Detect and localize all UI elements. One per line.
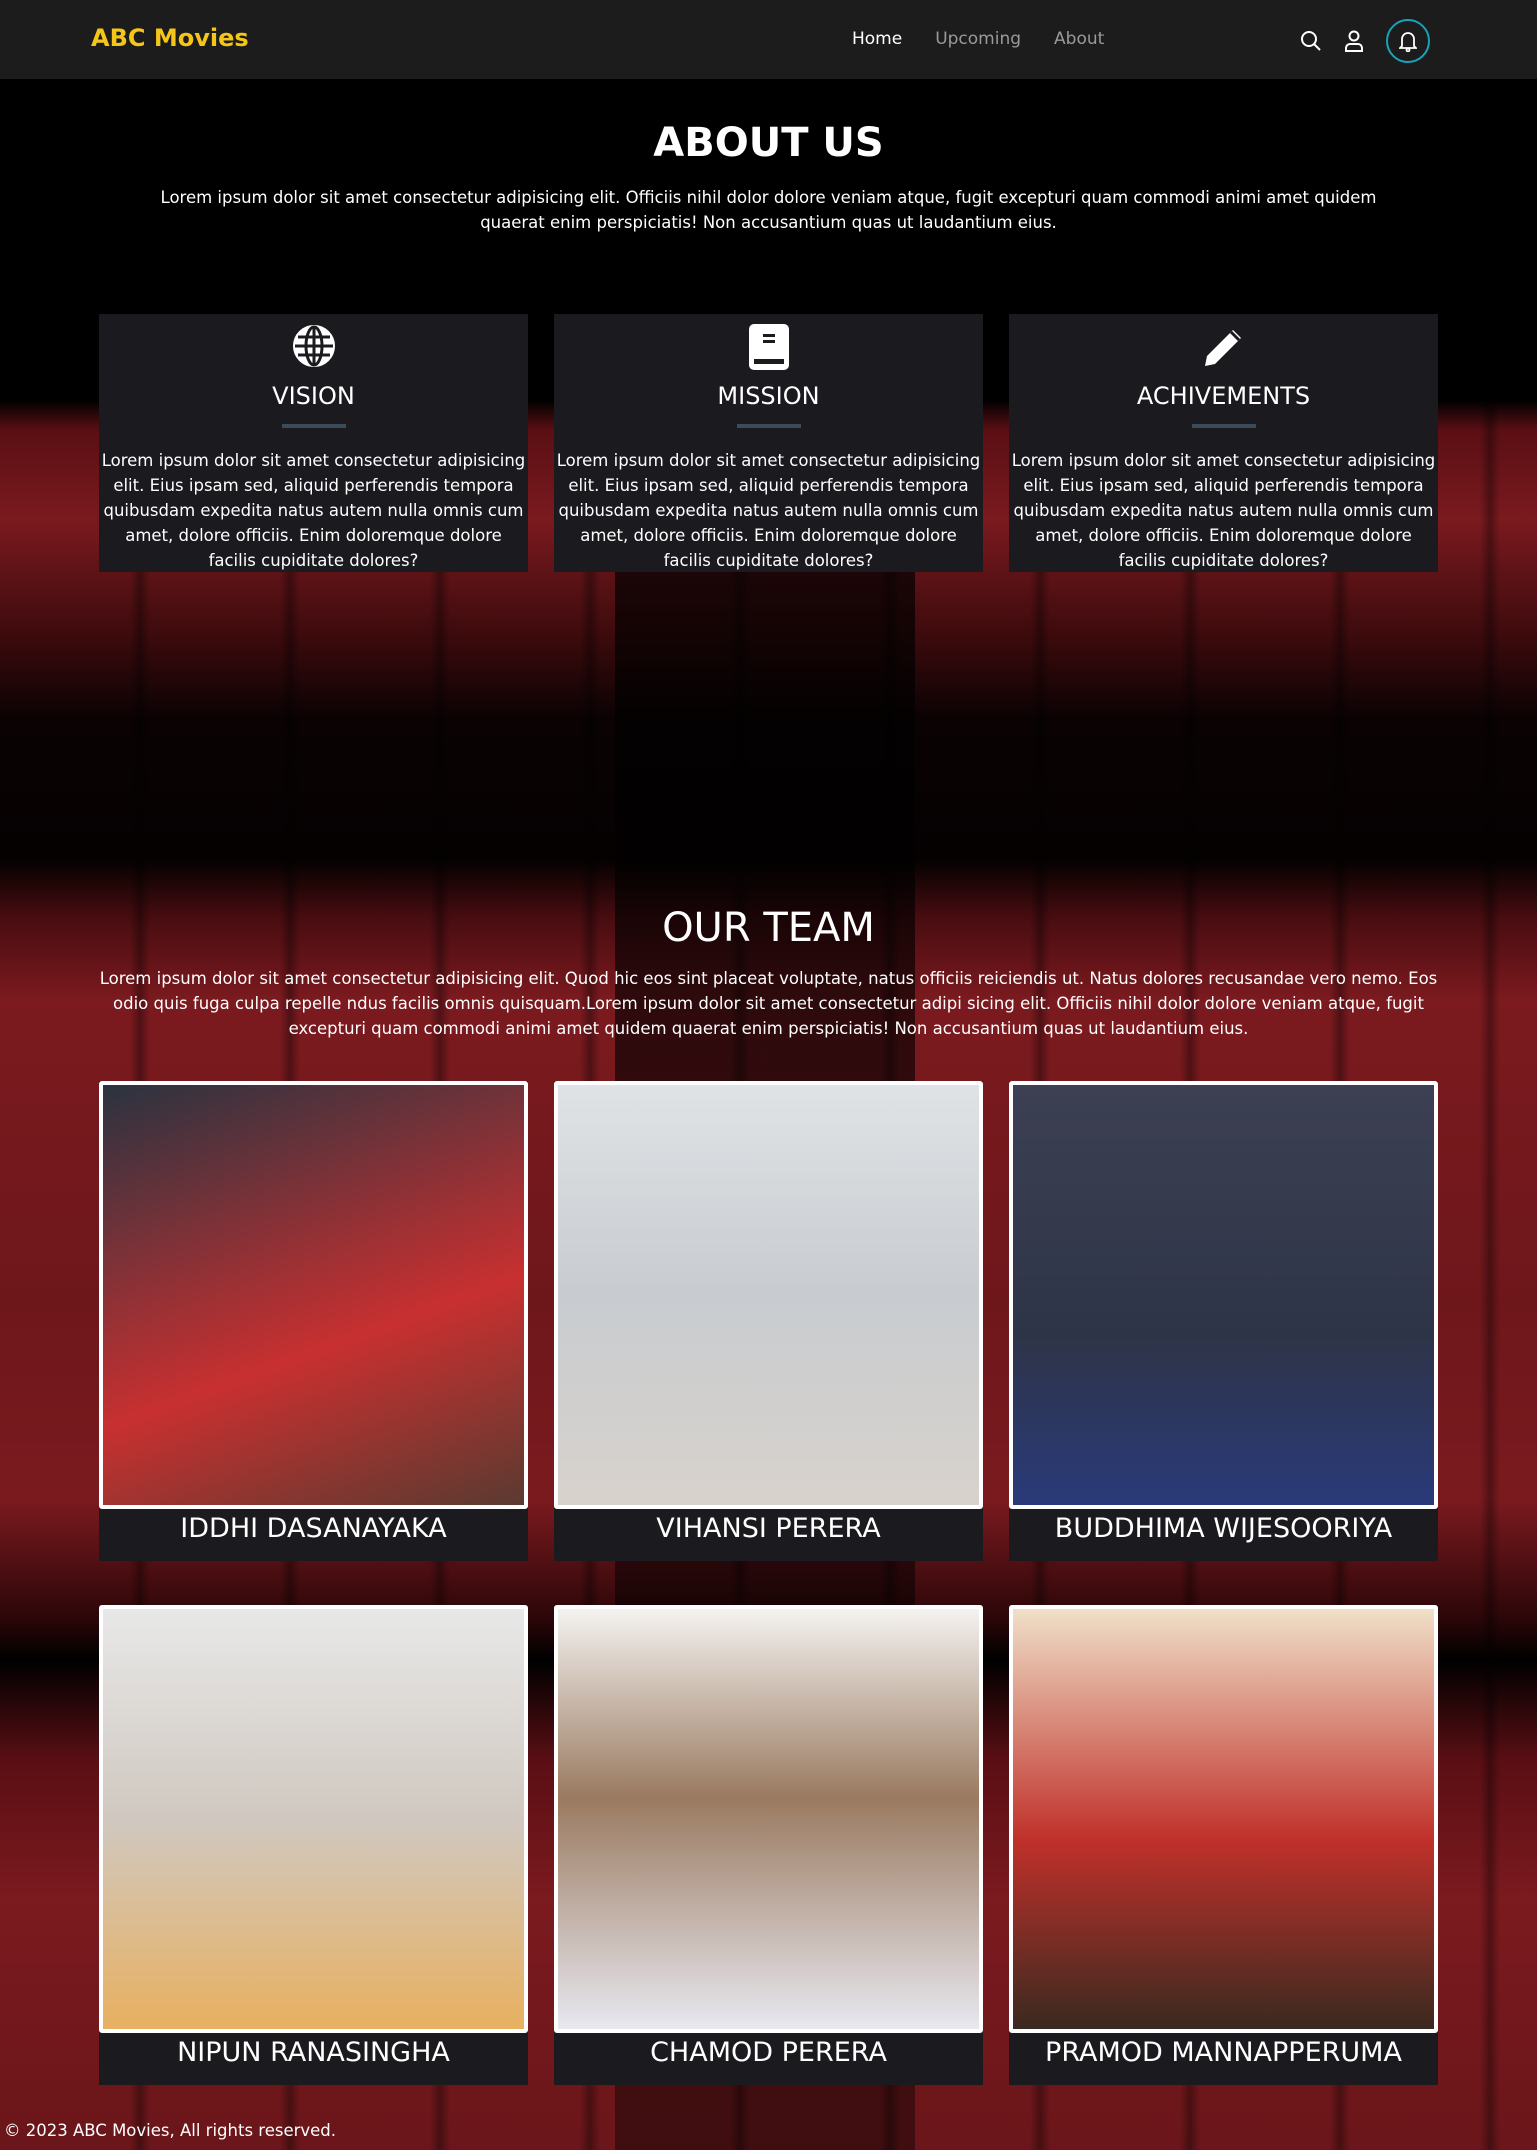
card-title: ACHIVEMENTS — [1136, 382, 1311, 410]
member-name: BUDDHIMA WIJESOORIYA — [1054, 1513, 1393, 1544]
nav-about[interactable]: About — [1054, 29, 1104, 49]
vision-card: VISION Lorem ipsum dolor sit amet consec… — [99, 314, 528, 572]
bell-icon — [1399, 32, 1417, 52]
notifications-button[interactable] — [1386, 19, 1430, 63]
member-photo — [1009, 1081, 1438, 1509]
member-name: CHAMOD PERERA — [650, 2037, 887, 2068]
about-title: ABOUT US — [653, 120, 884, 166]
user-icon[interactable] — [1344, 30, 1364, 52]
team-member: CHAMOD PERERA — [554, 1605, 983, 2085]
divider — [1191, 424, 1256, 428]
nav-home[interactable]: Home — [852, 29, 902, 49]
card-text: Lorem ipsum dolor sit amet consectetur a… — [1011, 451, 1436, 570]
achievements-card: ACHIVEMENTS Lorem ipsum dolor sit amet c… — [1009, 314, 1438, 572]
divider — [736, 424, 801, 428]
search-icon[interactable] — [1300, 30, 1322, 52]
nav-upcoming[interactable]: Upcoming — [935, 29, 1021, 49]
logo[interactable]: ABC Movies — [91, 24, 249, 52]
card-title: VISION — [272, 382, 355, 410]
member-photo — [99, 1081, 528, 1509]
card-title: MISSION — [717, 382, 820, 410]
card-text: Lorem ipsum dolor sit amet consectetur a… — [101, 451, 526, 570]
team-member: PRAMOD MANNAPPERUMA — [1009, 1605, 1438, 2085]
book-icon — [748, 324, 789, 370]
about-intro: Lorem ipsum dolor sit amet consectetur a… — [160, 188, 1377, 232]
member-photo — [554, 1605, 983, 2033]
member-photo — [554, 1081, 983, 1509]
footer: © 2023 ABC Movies, All rights reserved. — [4, 2121, 337, 2140]
member-name: NIPUN RANASINGHA — [177, 2037, 450, 2068]
team-member: VIHANSI PERERA — [554, 1081, 983, 1561]
team-member: IDDHI DASANAYAKA — [99, 1081, 528, 1561]
team-intro: Lorem ipsum dolor sit amet consectetur a… — [99, 969, 1438, 1038]
member-name: IDDHI DASANAYAKA — [180, 1513, 447, 1544]
globe-icon — [292, 325, 335, 367]
team-member: NIPUN RANASINGHA — [99, 1605, 528, 2085]
card-text: Lorem ipsum dolor sit amet consectetur a… — [556, 451, 981, 570]
team-member: BUDDHIMA WIJESOORIYA — [1009, 1081, 1438, 1561]
member-name: PRAMOD MANNAPPERUMA — [1045, 2037, 1402, 2068]
navbar: ABC Movies Home Upcoming About — [0, 0, 1537, 79]
team-title: OUR TEAM — [662, 905, 875, 951]
pencil-icon — [1204, 330, 1241, 366]
member-photo — [1009, 1605, 1438, 2033]
member-name: VIHANSI PERERA — [656, 1513, 881, 1544]
divider — [281, 424, 346, 428]
member-photo — [99, 1605, 528, 2033]
mission-card: MISSION Lorem ipsum dolor sit amet conse… — [554, 314, 983, 572]
